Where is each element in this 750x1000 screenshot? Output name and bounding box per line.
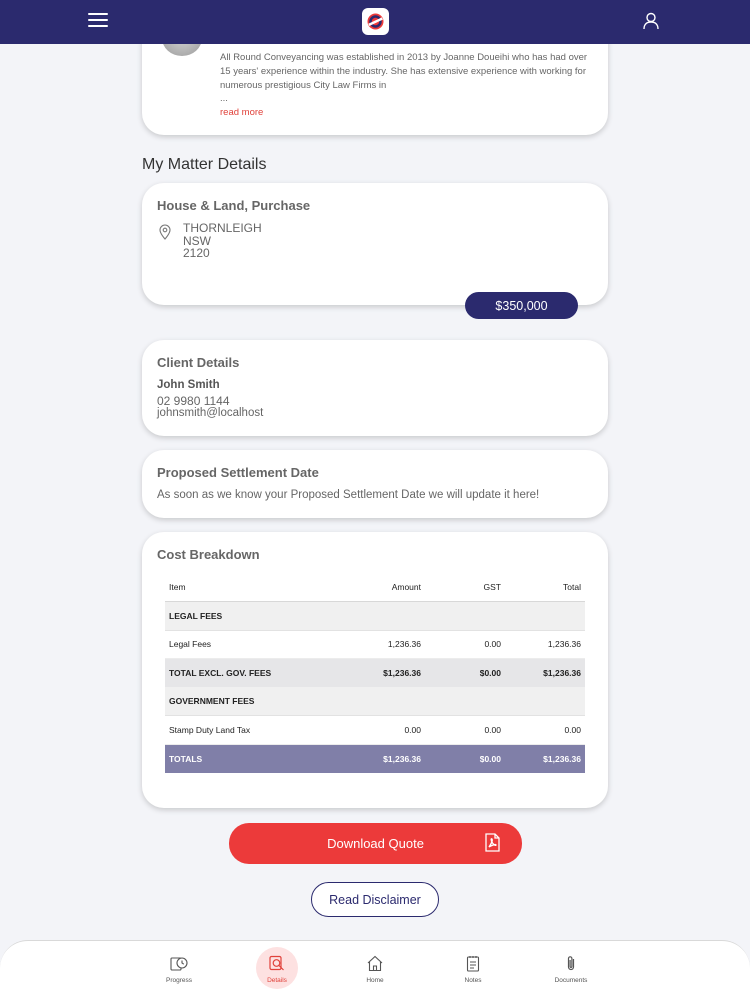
matter-title: House & Land, Purchase: [157, 198, 311, 213]
client-phone: 02 9980 1144: [157, 394, 230, 408]
cost-breakdown-card: Cost Breakdown Item Amount GST Total LEG…: [142, 532, 608, 808]
table-row: Stamp Duty Land Tax 0.00 0.00 0.00: [165, 715, 585, 745]
nav-progress[interactable]: Progress: [154, 953, 204, 993]
cell-gst: 0.00: [425, 715, 505, 745]
nav-notes-label: Notes: [464, 977, 482, 984]
cell-total: 1,236.36: [505, 630, 585, 659]
home-icon: [367, 955, 383, 972]
details-icon: [269, 955, 284, 971]
app-logo[interactable]: [362, 8, 389, 35]
settlement-title: Proposed Settlement Date: [157, 465, 319, 480]
cell-amount: 0.00: [335, 715, 425, 745]
cell-amount: $1,236.36: [335, 744, 425, 773]
table-row: Legal Fees 1,236.36 0.00 1,236.36: [165, 630, 585, 659]
cell-total: $1,236.36: [505, 744, 585, 773]
user-icon[interactable]: [641, 11, 661, 31]
address-postcode: 2120: [183, 246, 210, 260]
progress-icon: [170, 957, 188, 971]
cell-amount: $1,236.36: [335, 658, 425, 687]
header-gst: GST: [425, 573, 505, 602]
cell-item: Stamp Duty Land Tax: [165, 715, 335, 745]
cell-item: Legal Fees: [165, 630, 335, 659]
client-name: John Smith: [157, 379, 220, 391]
hamburger-icon[interactable]: [88, 13, 108, 29]
cell-amount: 1,236.36: [335, 630, 425, 659]
table-group-row: GOVERNMENT FEES: [165, 687, 585, 716]
cost-title: Cost Breakdown: [157, 547, 260, 562]
read-disclaimer-button[interactable]: Read Disclaimer: [311, 882, 439, 917]
cell-gst: $0.00: [425, 658, 505, 687]
section-heading: My Matter Details: [142, 156, 267, 173]
table-header-row: Item Amount GST Total: [165, 573, 585, 602]
cell-gst: $0.00: [425, 744, 505, 773]
nav-documents[interactable]: Documents: [546, 953, 596, 993]
cell-item: TOTAL EXCL. GOV. FEES: [165, 658, 335, 687]
table-group-row: LEGAL FEES: [165, 601, 585, 631]
price-badge: $350,000: [465, 292, 578, 319]
cell-total: 0.00: [505, 715, 585, 745]
settlement-text: As soon as we know your Proposed Settlem…: [157, 489, 540, 501]
client-title: Client Details: [157, 355, 240, 370]
about-ellipsis: ...: [220, 93, 228, 104]
download-quote-button[interactable]: Download Quote: [229, 823, 522, 864]
settlement-card: Proposed Settlement Date As soon as we k…: [142, 450, 608, 518]
client-details-card: Client Details John Smith 02 9980 1144 j…: [142, 340, 608, 436]
matter-card: House & Land, Purchase THORNLEIGH NSW 21…: [142, 183, 608, 305]
download-quote-label: Download Quote: [327, 836, 424, 851]
client-email: johnsmith@localhost: [157, 407, 264, 419]
nav-progress-label: Progress: [165, 977, 192, 984]
nav-home-label: Home: [366, 977, 384, 984]
top-app-bar: [0, 0, 750, 44]
nav-details-label: Details: [267, 977, 287, 984]
cell-gst: 0.00: [425, 630, 505, 659]
nav-notes[interactable]: Notes: [448, 953, 498, 993]
notes-icon: [466, 956, 480, 972]
matter-address: THORNLEIGH NSW 2120: [183, 222, 262, 260]
about-text: All Round Conveyancing was established i…: [220, 52, 588, 91]
nav-details[interactable]: Details: [252, 947, 302, 993]
cell-total: $1,236.36: [505, 658, 585, 687]
paperclip-icon: [567, 956, 575, 971]
table-totals-row: TOTALS $1,236.36 $0.00 $1,236.36: [165, 744, 585, 773]
nav-documents-label: Documents: [554, 977, 588, 984]
pdf-icon: [485, 833, 500, 852]
header-total: Total: [505, 573, 585, 602]
group-government-fees: GOVERNMENT FEES: [165, 687, 585, 716]
cost-table: Item Amount GST Total LEGAL FEES Legal F…: [165, 573, 585, 773]
location-pin-icon: [159, 224, 171, 240]
group-legal-fees: LEGAL FEES: [165, 601, 585, 631]
header-item: Item: [165, 573, 335, 602]
address-suburb: THORNLEIGH: [183, 221, 262, 235]
read-more-link[interactable]: read more: [220, 107, 263, 118]
header-amount: Amount: [335, 573, 425, 602]
nav-home[interactable]: Home: [350, 953, 400, 993]
cell-item: TOTALS: [165, 744, 335, 773]
bottom-navigation: Progress Details Home Notes Documents: [0, 940, 750, 1000]
table-subtotal-row: TOTAL EXCL. GOV. FEES $1,236.36 $0.00 $1…: [165, 658, 585, 687]
